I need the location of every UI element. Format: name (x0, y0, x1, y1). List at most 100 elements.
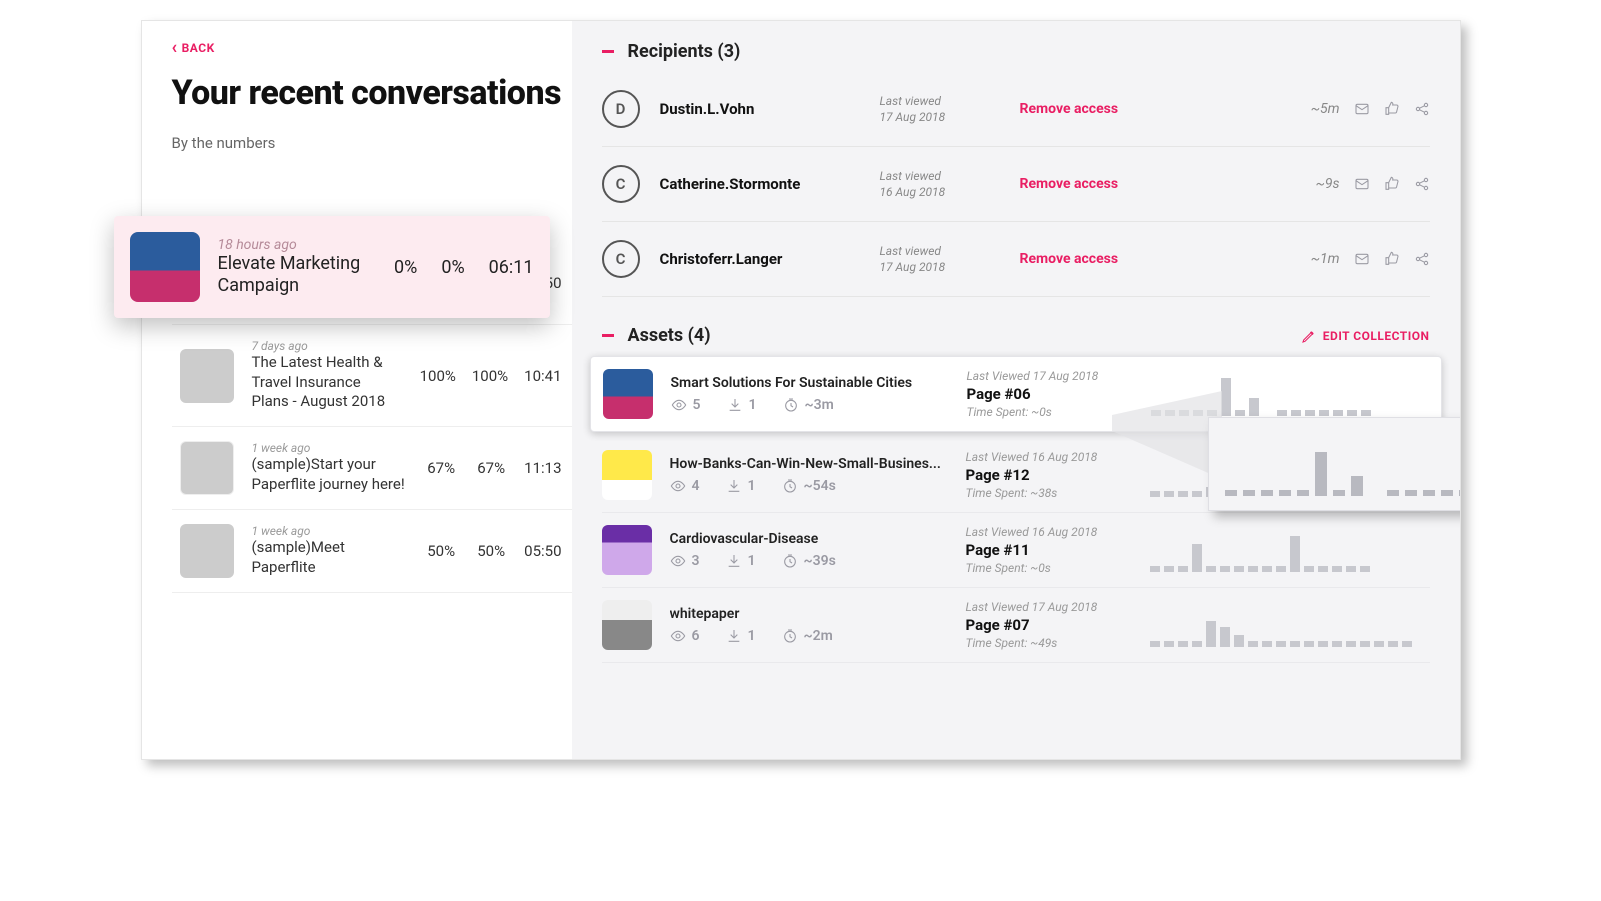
asset-stats: 6 1 ~2m (670, 628, 942, 644)
asset-left: Smart Solutions For Sustainable Cities 5… (603, 369, 943, 419)
conversation-row-highlighted[interactable]: 18 hours ago Elevate Marketing Campaign … (114, 216, 550, 318)
metric-pct2: 100% (472, 367, 508, 385)
left-panel: BACK Your recent conversations By the nu… (142, 21, 572, 759)
chart-bar (1150, 641, 1160, 647)
share-icon[interactable] (1414, 101, 1430, 117)
share-icon[interactable] (1414, 251, 1430, 267)
chart-bar (1164, 641, 1174, 647)
chart-bar (1333, 410, 1343, 416)
chart-bar (1388, 641, 1398, 647)
back-button[interactable]: BACK (172, 41, 572, 55)
page-title: Your recent conversations (172, 75, 572, 112)
thumbs-up-icon[interactable] (1384, 251, 1400, 267)
recipient-row: D Dustin.L.Vohn Last viewed17 Aug 2018 R… (602, 72, 1430, 147)
remove-access-button[interactable]: Remove access (1020, 251, 1291, 267)
asset-stats: 3 1 ~39s (670, 553, 942, 569)
asset-meta: Last Viewed 17 Aug 2018 Page #07 Time Sp… (966, 600, 1126, 650)
asset-thumbnail (602, 525, 652, 575)
asset-page: Page #07 (966, 616, 1126, 634)
assets-title: Assets (4) (628, 325, 711, 346)
chart-bar (1297, 490, 1309, 496)
eye-icon (670, 553, 686, 569)
asset-left: Cardiovascular-Disease 3 1 ~39s (602, 525, 942, 575)
chart-bar (1318, 641, 1328, 647)
asset-time-spent: Time Spent: ~49s (966, 636, 1126, 650)
metric-pct1: 100% (420, 367, 456, 385)
conversation-title: The Latest Health & Travel Insurance Pla… (252, 353, 402, 412)
chart-bar (1332, 566, 1342, 572)
avatar: C (602, 165, 640, 203)
chart-bar (1402, 641, 1412, 647)
asset-last-viewed: Last Viewed 16 Aug 2018 (966, 450, 1126, 464)
conversation-row[interactable]: 7 days ago The Latest Health & Travel In… (172, 325, 572, 427)
asset-page: Page #06 (967, 385, 1127, 403)
conversation-info: 1 week ago (sample)Meet Paperflite (252, 524, 407, 577)
metric-pct2: 0% (441, 257, 464, 278)
chart-bar (1150, 566, 1160, 572)
remove-access-button[interactable]: Remove access (1020, 176, 1296, 192)
mail-icon[interactable] (1354, 176, 1370, 192)
asset-time-spent: Time Spent: ~38s (966, 486, 1126, 500)
recipients-list: D Dustin.L.Vohn Last viewed17 Aug 2018 R… (602, 72, 1430, 297)
conversation-metrics: 0% 0% 06:11 (394, 257, 533, 278)
chart-bar (1248, 641, 1258, 647)
remove-access-button[interactable]: Remove access (1020, 101, 1291, 117)
conversation-row[interactable]: 1 week ago (sample)Meet Paperflite 50% 5… (172, 510, 572, 593)
chart-bar (1178, 566, 1188, 572)
chart-bar (1332, 641, 1342, 647)
app-frame: BACK Your recent conversations By the nu… (141, 20, 1461, 760)
chart-bar (1248, 566, 1258, 572)
asset-last-viewed: Last Viewed 17 Aug 2018 (967, 369, 1127, 383)
clock-icon (782, 553, 798, 569)
thumbs-up-icon[interactable] (1384, 101, 1400, 117)
assets-header-row: Assets (4) EDIT COLLECTION (602, 325, 1430, 346)
edit-collection-button[interactable]: EDIT COLLECTION (1301, 328, 1430, 344)
chart-bar (1220, 566, 1230, 572)
chart-bar (1459, 490, 1460, 496)
chart-bar (1318, 566, 1328, 572)
download-icon (726, 478, 742, 494)
chart-bar (1387, 490, 1399, 496)
collapse-icon[interactable] (602, 334, 614, 337)
chart-bar (1360, 641, 1370, 647)
conversation-row[interactable]: 1 week ago (sample)Start your Paperflite… (172, 427, 572, 510)
chart-bar (1192, 544, 1202, 572)
collapse-icon[interactable] (602, 50, 614, 53)
recipient-duration: ~1m (1311, 251, 1340, 267)
chart-bar (1290, 536, 1300, 572)
asset-row[interactable]: whitepaper 6 1 ~2m Last Viewed 17 Aug 20… (602, 588, 1430, 663)
views-count: 3 (692, 553, 700, 569)
chart-bar (1207, 410, 1217, 416)
metric-pct2: 67% (474, 459, 508, 477)
chart-bar (1178, 641, 1188, 647)
conversation-title: Elevate Marketing Campaign (218, 253, 377, 298)
thumbs-up-icon[interactable] (1384, 176, 1400, 192)
conversation-thumbnail (180, 524, 234, 578)
chart-bar (1262, 566, 1272, 572)
asset-title: How-Banks-Can-Win-New-Small-Busines... (670, 456, 942, 472)
conversation-info: 7 days ago The Latest Health & Travel In… (252, 339, 402, 412)
metric-pct1: 50% (424, 542, 458, 560)
recipient-actions: ~1m (1311, 251, 1430, 267)
asset-meta: Last Viewed 16 Aug 2018 Page #11 Time Sp… (966, 525, 1126, 575)
chart-bar (1346, 566, 1356, 572)
asset-thumbnail (602, 450, 652, 500)
chart-bar (1221, 378, 1231, 416)
mail-icon[interactable] (1354, 251, 1370, 267)
asset-row[interactable]: Cardiovascular-Disease 3 1 ~39s Last Vie… (602, 513, 1430, 588)
conversation-title: (sample)Meet Paperflite (252, 538, 407, 577)
conversation-metrics: 100% 100% 10:41 (420, 367, 562, 385)
subheading: By the numbers (172, 134, 572, 152)
asset-chart (1150, 528, 1430, 572)
asset-page: Page #12 (966, 466, 1126, 484)
chart-bar (1290, 641, 1300, 647)
share-icon[interactable] (1414, 176, 1430, 192)
mail-icon[interactable] (1354, 101, 1370, 117)
asset-chart (1151, 372, 1429, 416)
asset-thumbnail (602, 600, 652, 650)
asset-stats: 5 1 ~3m (671, 397, 943, 413)
recipient-duration: ~5m (1311, 101, 1340, 117)
avatar: C (602, 240, 640, 278)
recipient-last-viewed: Last viewed17 Aug 2018 (880, 243, 1000, 275)
downloads-count: 1 (748, 628, 756, 644)
